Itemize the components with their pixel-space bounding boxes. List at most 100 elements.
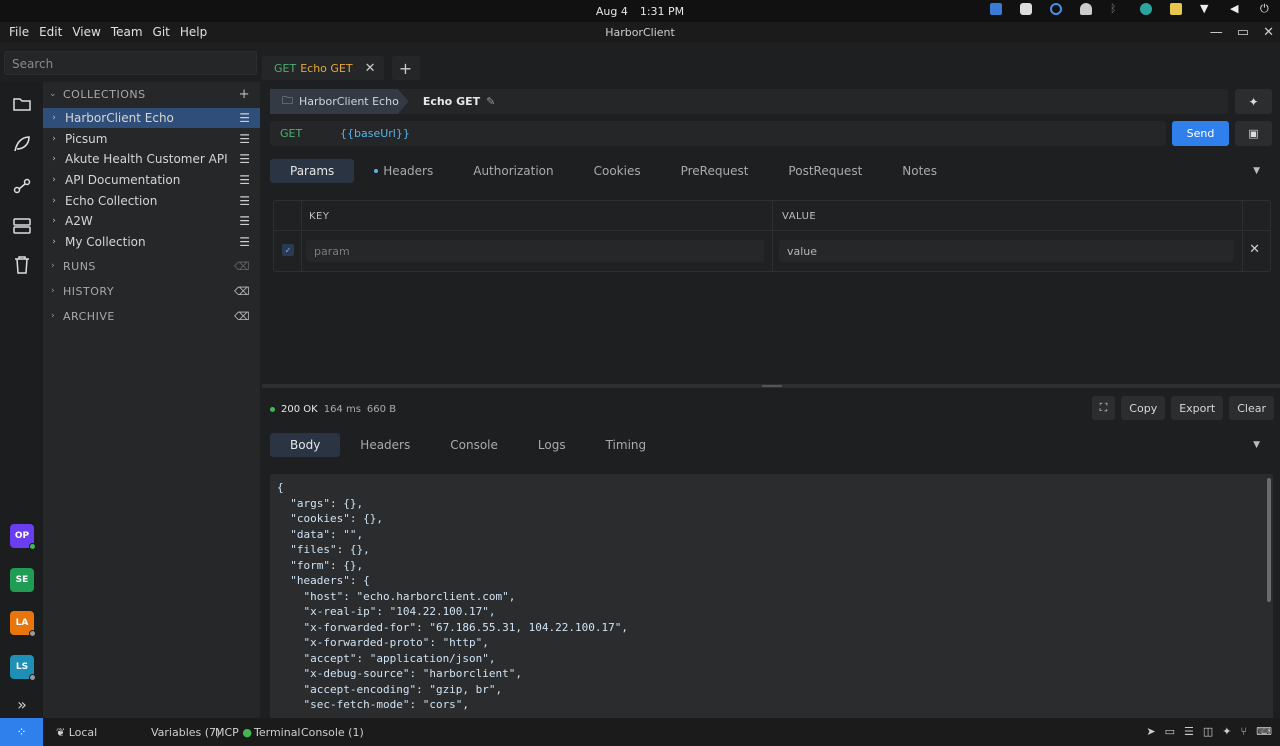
menu-icon[interactable]: ☰ [239,111,250,125]
leaf-icon[interactable] [12,134,32,154]
tab-logs[interactable]: Logs [518,433,586,457]
collection-item[interactable]: › Echo Collection ☰ [43,191,260,211]
folder-icon[interactable] [12,94,32,114]
bluetooth-icon[interactable]: ᛒ [1110,3,1122,15]
system-clock[interactable]: Aug 4 1:31 PM [596,5,684,18]
tab-timing[interactable]: Timing [586,433,667,457]
collection-item[interactable]: › API Documentation ☰ [43,170,260,190]
new-tab-button[interactable]: + [391,56,420,80]
tab-console[interactable]: Console [430,433,518,457]
tab-cookies[interactable]: Cookies [574,159,661,183]
tab-notes[interactable]: Notes [882,159,957,183]
avatar-op[interactable]: OP [10,524,36,550]
terminal-button[interactable]: Terminal [254,726,301,739]
clear-button[interactable]: Clear [1229,396,1274,420]
save-button[interactable]: ▣ [1235,121,1272,146]
collection-item[interactable]: › Picsum ☰ [43,129,260,149]
server-icon[interactable] [12,216,32,236]
variables-button[interactable]: Variables (7) [151,726,220,739]
close-tab-icon[interactable]: ✕ [365,61,376,76]
tab-response-headers[interactable]: Headers [340,433,430,457]
eraser-icon[interactable]: ⌫ [234,260,250,273]
avatar-se[interactable]: SE [10,568,34,592]
menu-icon[interactable]: ☰ [239,235,250,249]
layout-icon[interactable]: ◫ [1203,725,1213,738]
close-icon[interactable]: ✕ [1263,25,1274,40]
tab-postrequest[interactable]: PostRequest [768,159,882,183]
send-icon[interactable]: ➤ [1146,725,1155,738]
method-select[interactable]: GET [270,127,340,140]
collection-item[interactable]: › Akute Health Customer API ☰ [43,149,260,169]
search-input[interactable]: Search [4,51,257,75]
menu-git[interactable]: Git [148,25,175,39]
tab-prerequest[interactable]: PreRequest [661,159,769,183]
tab-headers[interactable]: Headers [354,159,453,183]
trash-icon[interactable] [12,255,32,275]
menu-icon[interactable]: ☰ [239,173,250,187]
sync-tray-icon[interactable] [1050,3,1062,15]
volume-icon[interactable]: ◀ [1230,3,1242,15]
minimize-icon[interactable]: — [1210,25,1223,40]
expand-rail-icon[interactable]: » [12,694,32,714]
url-input[interactable]: {{baseUrl}} [340,127,410,140]
git-branch-icon[interactable]: ⑂ [1241,725,1248,738]
console-button[interactable]: Console (1) [301,726,364,739]
menu-edit[interactable]: Edit [34,25,67,39]
runs-header[interactable]: › RUNS ⌫ [43,255,260,277]
param-value-input[interactable]: value [779,240,1234,262]
box-tray-icon[interactable] [1020,3,1032,15]
environment-selector[interactable]: ❦ Local [56,726,97,739]
eraser-icon[interactable]: ⌫ [234,310,250,323]
scrollbar[interactable] [1267,478,1271,602]
collections-header[interactable]: ⌄ COLLECTIONS + [43,83,260,105]
collection-item[interactable]: › My Collection ☰ [43,232,260,252]
eraser-icon[interactable]: ⌫ [234,285,250,298]
copy-button[interactable]: Copy [1121,396,1166,420]
menu-icon[interactable]: ☰ [239,132,250,146]
menu-view[interactable]: View [67,25,105,39]
breadcrumb-collection[interactable]: 🗀 HarborClient Echo [270,89,409,114]
remote-button[interactable]: ⁘ [0,718,43,746]
flow-icon[interactable] [12,176,32,196]
param-key-input[interactable]: param [306,240,764,262]
mcp-button[interactable]: MCP ● [215,726,252,739]
chevron-down-icon[interactable]: ▼ [1253,166,1260,176]
menu-help[interactable]: Help [175,25,212,39]
add-collection-icon[interactable]: + [239,87,250,102]
response-body[interactable]: { "args": {}, "cookies": {}, "data": "",… [270,474,1273,718]
avatar-ls[interactable]: LS [10,655,36,681]
power-icon[interactable]: ⏻ [1260,3,1272,15]
send-button[interactable]: Send [1172,121,1229,146]
list-icon[interactable]: ☰ [1184,725,1194,738]
fullscreen-button[interactable]: ⛶ [1091,396,1116,420]
status-tray-icon[interactable] [1140,3,1152,15]
collection-item[interactable]: › A2W ☰ [43,211,260,231]
panel-resize-handle[interactable] [262,384,1280,388]
tab-params[interactable]: Params [270,159,355,183]
chevron-down-icon[interactable]: ▼ [1253,440,1260,450]
wifi-icon[interactable]: ▼ [1200,3,1212,15]
menu-icon[interactable]: ☰ [239,152,250,166]
menu-team[interactable]: Team [106,25,148,39]
cloud-tray-icon[interactable] [1080,3,1092,15]
magic-wand-icon[interactable]: ✦ [1222,725,1231,738]
pencil-icon[interactable]: ✎ [486,95,495,108]
delete-param-icon[interactable]: ✕ [1249,242,1260,257]
notes-tray-icon[interactable] [1170,3,1182,15]
collection-item[interactable]: › HarborClient Echo ☰ [43,108,260,128]
magic-button[interactable]: ✦ [1235,89,1272,114]
keyboard-icon[interactable]: ⌨ [1256,725,1272,738]
tab-authorization[interactable]: Authorization [453,159,573,183]
avatar-la[interactable]: LA [10,611,36,637]
menu-icon[interactable]: ☰ [239,194,250,208]
history-header[interactable]: › HISTORY ⌫ [43,280,260,302]
menu-file[interactable]: File [4,25,34,39]
param-enabled-checkbox[interactable]: ✓ [282,244,294,256]
maximize-icon[interactable]: ▭ [1237,25,1249,40]
request-tab[interactable]: GET Echo GET ✕ [262,56,384,80]
tab-body[interactable]: Body [270,433,341,457]
export-button[interactable]: Export [1171,396,1224,420]
app-tray-icon[interactable] [990,3,1002,15]
inbox-icon[interactable]: ▭ [1165,725,1175,738]
archive-header[interactable]: › ARCHIVE ⌫ [43,305,260,327]
